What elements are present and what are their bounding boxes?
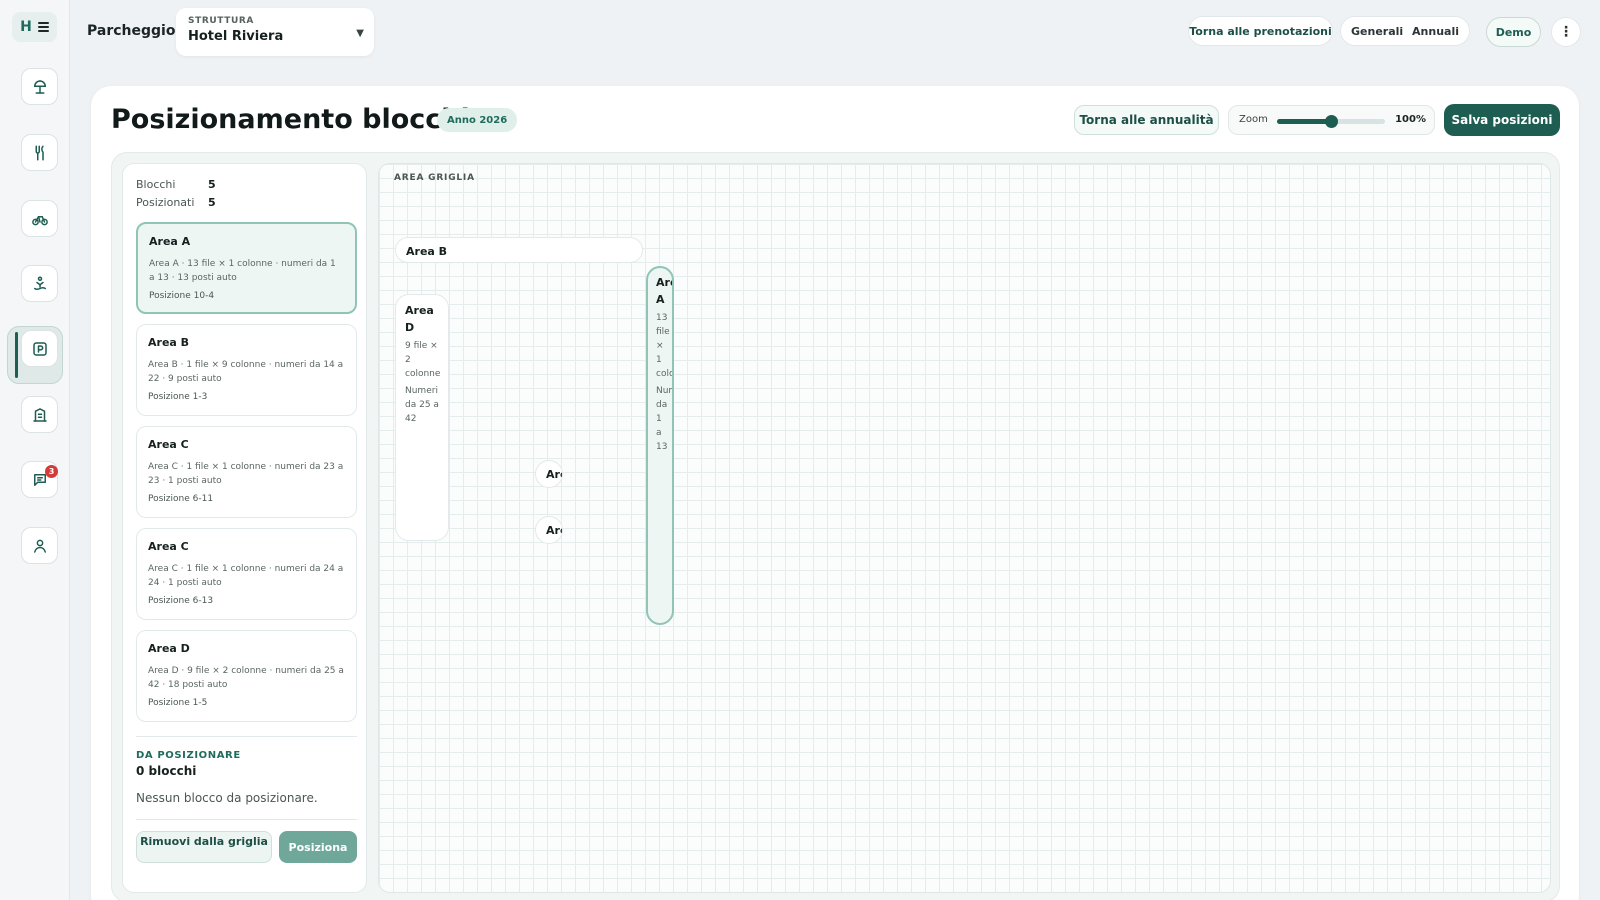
- section-title: Parcheggio: [87, 23, 176, 39]
- menu-toggle-button[interactable]: H: [12, 12, 57, 42]
- area-card[interactable]: Area C Area C · 1 file × 1 colonne · num…: [136, 528, 357, 620]
- nav-bike-button[interactable]: [21, 200, 58, 237]
- area-card-position: Posizione 6-11: [148, 494, 214, 504]
- area-card-position: Posizione 1-3: [148, 392, 208, 402]
- grid-block-name: Area C: [546, 524, 562, 537]
- grid-block-area-a[interactable]: Area A 13 file × 1 colonne Numeri da 1 a…: [646, 266, 674, 625]
- grid-block-range: Numeri da 25 a 42: [405, 386, 439, 424]
- remove-from-grid-button[interactable]: Rimuovi dalla griglia: [136, 831, 272, 863]
- building-icon: [32, 407, 47, 422]
- area-card[interactable]: Area D Area D · 9 file × 2 colonne · num…: [136, 630, 357, 722]
- stat-placed-label: Posizionati: [136, 196, 195, 209]
- back-to-bookings-button[interactable]: Torna alle prenotazioni: [1188, 16, 1333, 46]
- zoom-value: 100%: [1395, 114, 1426, 125]
- back-to-years-button[interactable]: Torna alle annualità: [1074, 105, 1219, 135]
- nav-user-button[interactable]: [21, 527, 58, 564]
- segment-generali[interactable]: Generali: [1351, 25, 1403, 38]
- to-place-empty-text: Nessun blocco da posizionare.: [136, 791, 318, 805]
- hamburger-icon: [37, 22, 49, 32]
- grid-label: AREA GRIGLIA: [394, 173, 475, 183]
- nav-active-bar: [15, 332, 18, 378]
- year-badge: Anno 2026: [437, 108, 518, 132]
- area-card-desc: Area C · 1 file × 1 colonne · numeri da …: [148, 462, 344, 486]
- area-card[interactable]: Area C Area C · 1 file × 1 colonne · num…: [136, 426, 357, 518]
- stat-blocks-label: Blocchi: [136, 178, 176, 191]
- nav-building-button[interactable]: [21, 396, 58, 433]
- area-card-position: Posizione 6-13: [148, 596, 214, 606]
- stat-placed-value: 5: [208, 196, 216, 209]
- area-card-desc: Area A · 13 file × 1 colonne · numeri da…: [149, 259, 336, 283]
- grid-block-area-b[interactable]: Area B: [395, 237, 643, 263]
- stat-blocks: Blocchi 5: [136, 178, 216, 191]
- page-title: Posizionamento blocchi: [111, 104, 470, 135]
- area-card-name: Area C: [148, 540, 189, 553]
- grid-block-dims: 13 file × 1 colonne: [656, 313, 674, 379]
- zoom-slider-thumb[interactable]: [1325, 115, 1338, 128]
- stat-placed: Posizionati 5: [136, 196, 216, 209]
- user-icon: [33, 539, 46, 553]
- area-card-name: Area D: [148, 642, 190, 655]
- parking-icon: [32, 341, 47, 356]
- struttura-select[interactable]: STRUTTURA Hotel Riviera ▼: [176, 8, 374, 56]
- area-card-name: Area C: [148, 438, 189, 451]
- workspace: Blocchi 5 Posizionati 5 Area A Area A · …: [111, 152, 1560, 900]
- restaurant-icon: [35, 145, 44, 160]
- grid-block-name: Area A: [656, 276, 672, 306]
- demo-button[interactable]: Demo: [1486, 17, 1541, 47]
- more-options-button[interactable]: ⋮: [1551, 17, 1581, 47]
- zoom-label: Zoom: [1239, 114, 1268, 125]
- caret-down-icon: ▼: [356, 28, 364, 39]
- struttura-label: STRUTTURA: [188, 16, 254, 26]
- view-segmented-control: Generali Annuali: [1340, 16, 1470, 46]
- area-card-position: Posizione 10-4: [149, 291, 215, 301]
- grid-block-area-d[interactable]: Area D 9 file × 2 colonne Numeri da 25 a…: [395, 294, 449, 541]
- area-card-desc: Area C · 1 file × 1 colonne · numeri da …: [148, 564, 344, 588]
- grid-block-range: Numeri da 1 a 13: [656, 386, 672, 452]
- grid-area[interactable]: AREA GRIGLIA Area B Area D 9 file × 2 co…: [378, 163, 1551, 893]
- grid-block-name: Area B: [406, 245, 448, 258]
- divider: [136, 819, 357, 820]
- beach-umbrella-icon: [33, 79, 46, 94]
- area-card-desc: Area B · 1 file × 9 colonne · numeri da …: [148, 360, 344, 384]
- sidebar: H 3: [0, 0, 70, 900]
- grid-block-name: Area D: [405, 304, 434, 334]
- spa-icon: [33, 276, 46, 290]
- to-place-count: 0 blocchi: [136, 764, 197, 778]
- zoom-slider-fill: [1277, 119, 1331, 124]
- area-card[interactable]: Area B Area B · 1 file × 9 colonne · num…: [136, 324, 357, 416]
- area-card-name: Area A: [149, 235, 191, 248]
- blocks-panel: Blocchi 5 Posizionati 5 Area A Area A · …: [122, 163, 367, 893]
- stat-blocks-value: 5: [208, 178, 216, 191]
- grid-block-name: Area C: [546, 468, 562, 481]
- grid-block-area-c[interactable]: Area C: [535, 516, 563, 544]
- nav-spa-button[interactable]: [21, 265, 58, 302]
- main-card: Posizionamento blocchi Anno 2026 Torna a…: [91, 86, 1579, 900]
- nav-restaurant-button[interactable]: [21, 134, 58, 171]
- grid-block-area-c[interactable]: Area C: [535, 460, 563, 488]
- zoom-slider[interactable]: [1277, 115, 1385, 128]
- area-card-position: Posizione 1-5: [148, 698, 208, 708]
- nav-parking-button[interactable]: [21, 330, 58, 367]
- logo: H: [20, 19, 32, 35]
- area-card[interactable]: Area A Area A · 13 file × 1 colonne · nu…: [136, 222, 357, 314]
- kebab-icon: ⋮: [1559, 24, 1573, 40]
- divider: [136, 736, 357, 737]
- chat-badge: 3: [45, 465, 58, 478]
- nav-beach-button[interactable]: [21, 68, 58, 105]
- area-card-name: Area B: [148, 336, 190, 349]
- bicycle-icon: [31, 215, 48, 225]
- save-positions-button[interactable]: Salva posizioni: [1444, 104, 1560, 136]
- to-place-label: DA POSIZIONARE: [136, 750, 241, 761]
- struttura-value: Hotel Riviera: [188, 29, 284, 44]
- zoom-control: Zoom 100%: [1228, 105, 1435, 135]
- position-button[interactable]: Posiziona: [279, 831, 357, 863]
- grid-block-dims: 9 file × 2 colonne: [405, 341, 441, 379]
- area-card-desc: Area D · 9 file × 2 colonne · numeri da …: [148, 666, 344, 690]
- segment-annuali[interactable]: Annuali: [1412, 25, 1459, 38]
